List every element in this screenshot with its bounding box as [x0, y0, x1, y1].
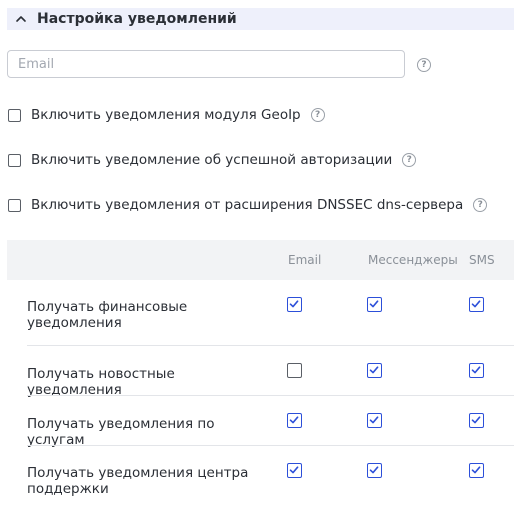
- services-email-checkbox[interactable]: [287, 413, 302, 428]
- financial-email-checkbox[interactable]: [287, 297, 302, 312]
- email-input[interactable]: [7, 50, 405, 78]
- services-sms-checkbox[interactable]: [469, 413, 484, 428]
- financial-sms-checkbox[interactable]: [469, 297, 484, 312]
- row-label: Получать финансовые уведомления: [27, 299, 188, 331]
- option-label: Включить уведомление об успешной авториз…: [31, 152, 393, 168]
- news-sms-checkbox[interactable]: [469, 363, 484, 378]
- services-messengers-checkbox[interactable]: [367, 413, 382, 428]
- news-messengers-checkbox[interactable]: [367, 363, 382, 378]
- email-help-icon[interactable]: ?: [417, 58, 431, 72]
- option-label: Включить уведомления модуля GeoIp: [31, 107, 301, 123]
- geoip-help-icon[interactable]: ?: [310, 108, 325, 122]
- option-dnssec[interactable]: Включить уведомления от расширения DNSSE…: [8, 196, 488, 214]
- row-label: Получать новостные уведомления: [27, 366, 175, 398]
- table-row-support: Получать уведомления центра поддержки: [7, 446, 514, 511]
- option-auth-success[interactable]: Включить уведомление об успешной авториз…: [8, 151, 417, 169]
- dnssec-help-icon[interactable]: ?: [473, 198, 488, 212]
- support-messengers-checkbox[interactable]: [367, 463, 382, 478]
- auth-success-help-icon[interactable]: ?: [402, 153, 417, 167]
- section-header-notifications[interactable]: Настройка уведомлений: [7, 8, 514, 30]
- auth-success-checkbox[interactable]: [8, 153, 21, 167]
- row-label: Получать уведомления центра поддержки: [27, 465, 249, 497]
- row-label: Получать уведомления по услугам: [27, 416, 215, 448]
- financial-messengers-checkbox[interactable]: [367, 297, 382, 312]
- option-label: Включить уведомления от расширения DNSSE…: [31, 197, 464, 213]
- table-header: Email Мессенджеры SMS: [7, 240, 514, 280]
- column-header-sms: SMS: [469, 253, 495, 267]
- support-email-checkbox[interactable]: [287, 463, 302, 478]
- dnssec-checkbox[interactable]: [8, 198, 21, 212]
- option-geoip[interactable]: Включить уведомления модуля GeoIp ?: [8, 106, 325, 124]
- geoip-checkbox[interactable]: [8, 108, 21, 122]
- table-row-news: Получать новостные уведомления: [7, 346, 514, 398]
- chevron-up-icon: [16, 16, 26, 22]
- table-row-financial: Получать финансовые уведомления: [7, 280, 514, 345]
- column-header-messengers: Мессенджеры: [368, 253, 458, 267]
- section-title: Настройка уведомлений: [37, 11, 237, 27]
- news-email-checkbox[interactable]: [287, 363, 302, 378]
- table-row-services: Получать уведомления по услугам: [7, 396, 514, 448]
- column-header-email: Email: [288, 253, 322, 267]
- support-sms-checkbox[interactable]: [469, 463, 484, 478]
